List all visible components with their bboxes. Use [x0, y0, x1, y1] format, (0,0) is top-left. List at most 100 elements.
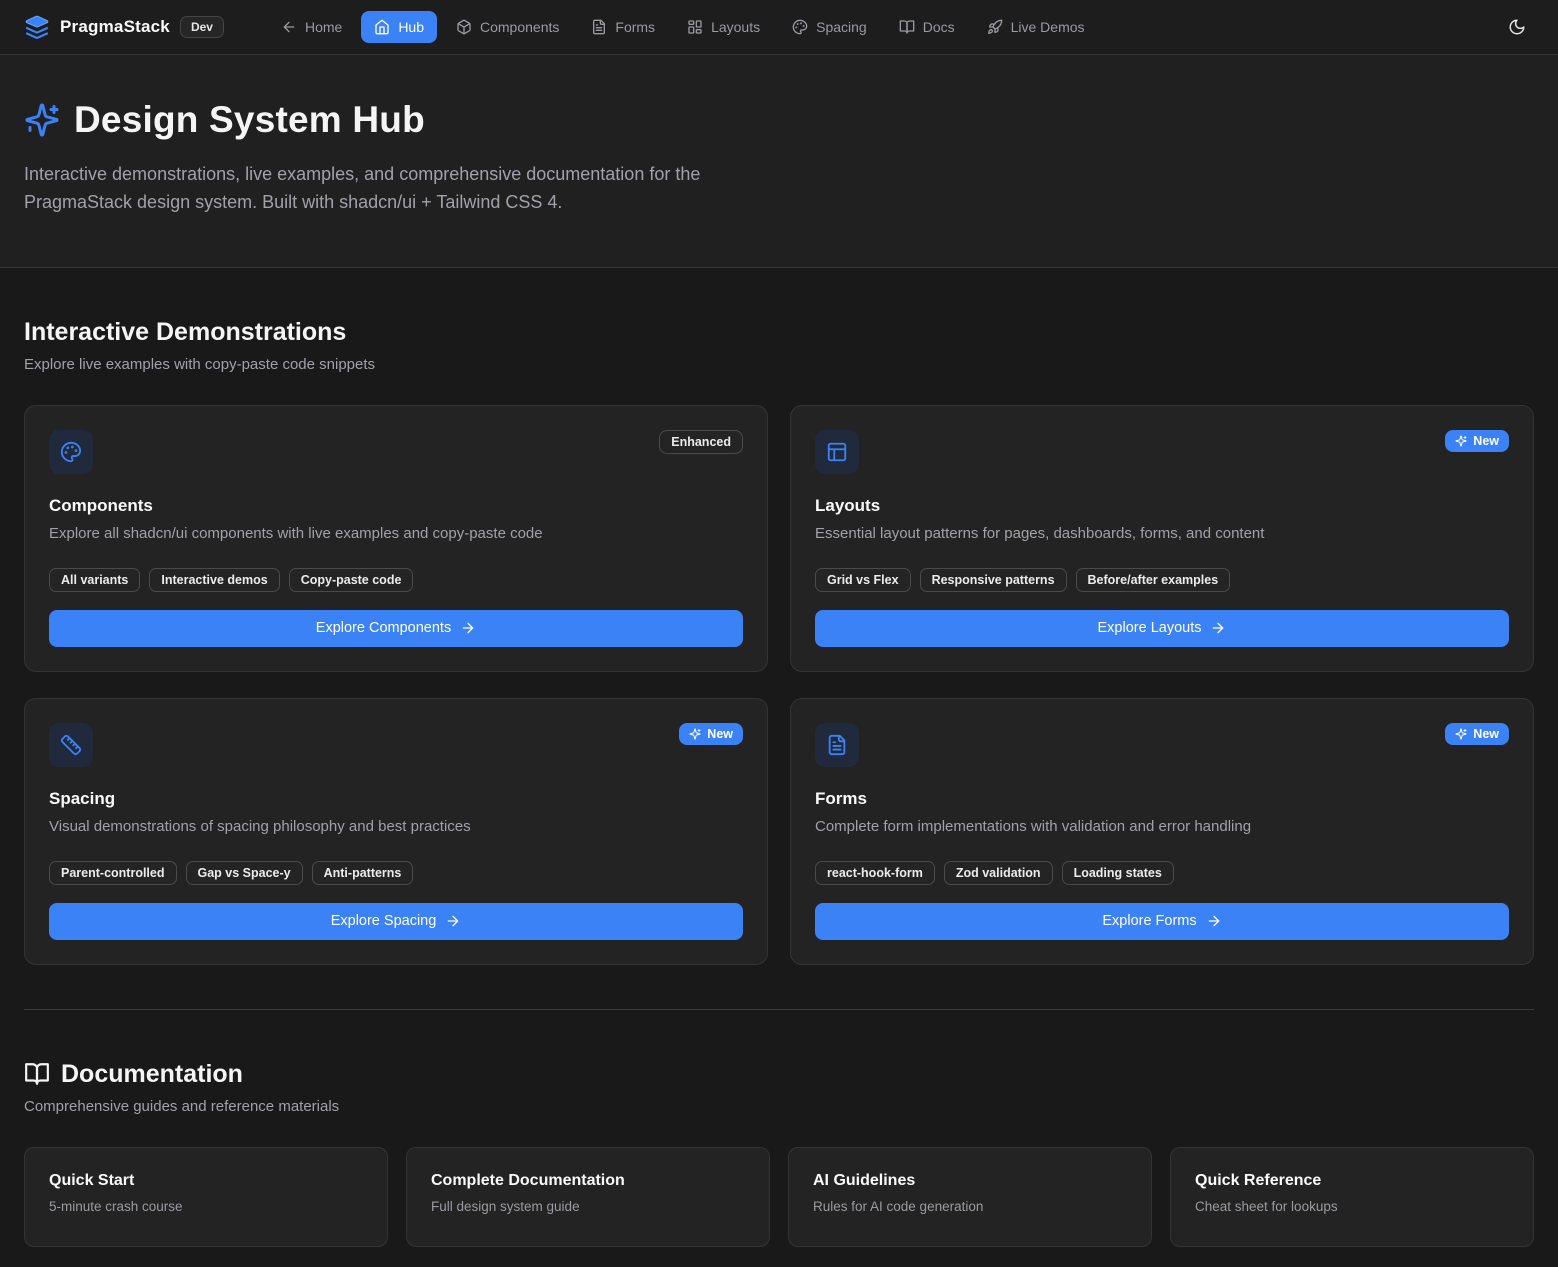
nav-item-label: Live Demos [1011, 19, 1085, 35]
sparkles-icon [1455, 435, 1467, 447]
card-description: Explore all shadcn/ui components with li… [49, 525, 743, 542]
sparkles-icon [689, 728, 701, 740]
doc-card-complete-documentation[interactable]: Complete Documentation Full design syste… [406, 1147, 770, 1247]
doc-card-title: Quick Start [49, 1172, 363, 1190]
theme-toggle-button[interactable] [1500, 10, 1534, 44]
nav-item-spacing[interactable]: Spacing [779, 11, 880, 43]
doc-card-ai-guidelines[interactable]: AI Guidelines Rules for AI code generati… [788, 1147, 1152, 1247]
section-divider [24, 1009, 1534, 1010]
tag: Copy-paste code [289, 568, 414, 592]
explore-components-button[interactable]: Explore Components [49, 610, 743, 647]
nav-item-forms[interactable]: Forms [578, 11, 668, 43]
file-text-icon [591, 19, 607, 35]
house-icon [374, 19, 390, 35]
tag: Before/after examples [1076, 568, 1231, 592]
arrow-left-icon [281, 19, 297, 35]
env-badge: Dev [180, 16, 224, 38]
explore-spacing-button[interactable]: Explore Spacing [49, 903, 743, 940]
brand[interactable]: PragmaStack Dev [24, 14, 224, 40]
moon-icon [1508, 18, 1526, 36]
tag: Interactive demos [149, 568, 279, 592]
page-subtitle: Interactive demonstrations, live example… [24, 161, 772, 217]
nav-item-label: Components [480, 19, 559, 35]
book-open-icon [24, 1061, 50, 1087]
explore-forms-button[interactable]: Explore Forms [815, 903, 1509, 940]
nav-item-hub[interactable]: Hub [361, 11, 437, 43]
arrow-right-icon [445, 913, 461, 929]
nav-items: Home Hub Components Forms Layouts [268, 11, 1098, 43]
nav-item-docs[interactable]: Docs [886, 11, 968, 43]
layers-logo-icon [24, 14, 50, 40]
arrow-right-icon [1206, 913, 1222, 929]
card-title: Layouts [815, 496, 1509, 516]
doc-card-subtitle: 5-minute crash course [49, 1199, 363, 1214]
nav-item-label: Home [305, 19, 342, 35]
nav-item-home[interactable]: Home [268, 11, 355, 43]
nav-item-live-demos[interactable]: Live Demos [974, 11, 1098, 43]
nav-item-label: Docs [923, 19, 955, 35]
card-description: Visual demonstrations of spacing philoso… [49, 818, 743, 835]
demos-section-subtitle: Explore live examples with copy-paste co… [24, 356, 1534, 373]
card-description: Complete form implementations with valid… [815, 818, 1509, 835]
badge-label: New [707, 727, 733, 741]
nav-item-components[interactable]: Components [443, 11, 572, 43]
rocket-icon [987, 19, 1003, 35]
button-label: Explore Forms [1102, 913, 1196, 929]
tag: Parent-controlled [49, 861, 177, 885]
layout-grid-icon [687, 19, 703, 35]
doc-card-subtitle: Rules for AI code generation [813, 1199, 1127, 1214]
hero-section: Design System Hub Interactive demonstrat… [0, 55, 1558, 268]
nav-item-label: Spacing [816, 19, 867, 35]
nav-item-label: Hub [398, 19, 424, 35]
palette-icon [792, 19, 808, 35]
doc-card-quick-reference[interactable]: Quick Reference Cheat sheet for lookups [1170, 1147, 1534, 1247]
nav-item-layouts[interactable]: Layouts [674, 11, 773, 43]
new-badge: New [1445, 430, 1509, 452]
palette-icon [49, 430, 93, 474]
main-content: Interactive Demonstrations Explore live … [0, 318, 1558, 1267]
doc-card-subtitle: Full design system guide [431, 1199, 745, 1214]
doc-card-title: Quick Reference [1195, 1172, 1509, 1190]
tag: Anti-patterns [312, 861, 414, 885]
brand-name: PragmaStack [60, 17, 170, 37]
new-badge: New [1445, 723, 1509, 745]
card-title: Components [49, 496, 743, 516]
new-badge: New [679, 723, 743, 745]
tag: Grid vs Flex [815, 568, 911, 592]
card-title: Spacing [49, 789, 743, 809]
explore-layouts-button[interactable]: Explore Layouts [815, 610, 1509, 647]
box-icon [456, 19, 472, 35]
doc-card-subtitle: Cheat sheet for lookups [1195, 1199, 1509, 1214]
demo-card-grid: Enhanced Components Explore all shadcn/u… [24, 405, 1534, 965]
ruler-icon [49, 723, 93, 767]
doc-card-title: Complete Documentation [431, 1172, 745, 1190]
badge-label: New [1473, 434, 1499, 448]
demo-card-spacing[interactable]: New Spacing Visual demonstrations of spa… [24, 698, 768, 965]
demo-card-layouts[interactable]: New Layouts Essential layout patterns fo… [790, 405, 1534, 672]
demo-card-components[interactable]: Enhanced Components Explore all shadcn/u… [24, 405, 768, 672]
docs-section-subtitle: Comprehensive guides and reference mater… [24, 1098, 1534, 1115]
doc-card-title: AI Guidelines [813, 1172, 1127, 1190]
nav-item-label: Forms [615, 19, 655, 35]
tag: Gap vs Space-y [186, 861, 303, 885]
enhanced-badge: Enhanced [659, 430, 743, 454]
button-label: Explore Layouts [1098, 620, 1202, 636]
page-title: Design System Hub [74, 99, 425, 141]
demo-card-forms[interactable]: New Forms Complete form implementations … [790, 698, 1534, 965]
doc-card-quick-start[interactable]: Quick Start 5-minute crash course [24, 1147, 388, 1247]
card-description: Essential layout patterns for pages, das… [815, 525, 1509, 542]
panels-top-left-icon [815, 430, 859, 474]
docs-section-title: Documentation [24, 1060, 1534, 1089]
docs-heading-label: Documentation [61, 1060, 243, 1089]
top-navigation: PragmaStack Dev Home Hub Components Fo [0, 0, 1558, 55]
sparkles-icon [24, 102, 60, 138]
button-label: Explore Components [316, 620, 451, 636]
tag: All variants [49, 568, 140, 592]
arrow-right-icon [1210, 620, 1226, 636]
tag: Loading states [1062, 861, 1174, 885]
arrow-right-icon [460, 620, 476, 636]
tag: react-hook-form [815, 861, 935, 885]
sparkles-icon [1455, 728, 1467, 740]
nav-item-label: Layouts [711, 19, 760, 35]
demos-section-title: Interactive Demonstrations [24, 318, 1534, 347]
